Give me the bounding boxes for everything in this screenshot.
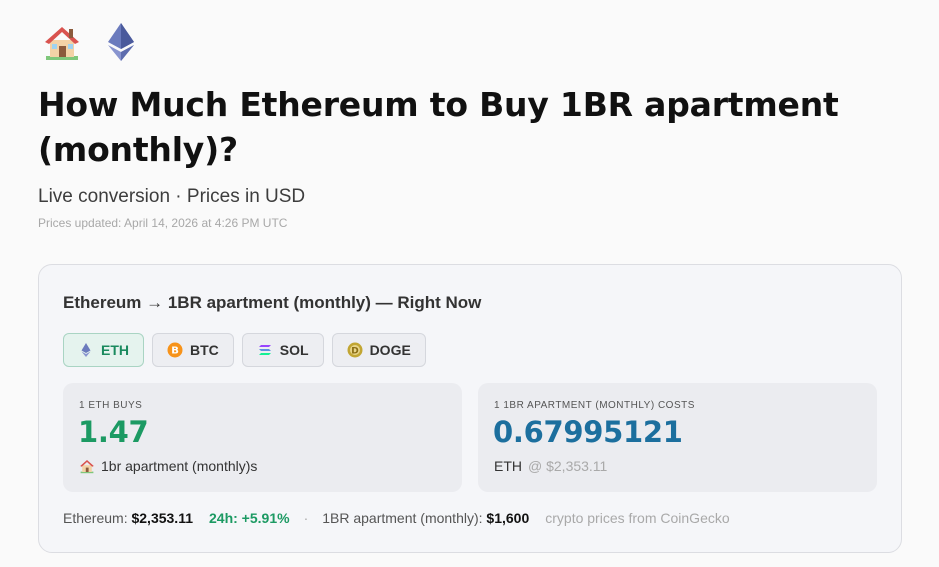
prices-updated-timestamp: Prices updated: April 14, 2026 at 4:26 P… (38, 216, 288, 230)
tab-btc[interactable]: B BTC (152, 333, 234, 367)
eth-price-label: Ethereum: (63, 510, 128, 526)
tab-sol[interactable]: SOL (241, 333, 324, 367)
apartment-price-label: 1BR apartment (monthly): (322, 510, 483, 526)
eth-buys-value: 1.47 (78, 415, 149, 449)
eth-buys-unit: 1br apartment (monthly)s (79, 458, 257, 474)
page-subtitle: Live conversion · Prices in USD (38, 186, 306, 207)
apartment-costs-value: 0.67995121 (493, 415, 683, 449)
header-icons (42, 22, 134, 62)
apartment-costs-panel: 1 1BR APARTMENT (MONTHLY) COSTS 0.679951… (478, 383, 877, 492)
apartment-costs-currency: ETH (494, 458, 522, 474)
conversion-card: Ethereum → 1BR apartment (monthly) — Rig… (38, 264, 902, 553)
eth-price-value: $2,353.11 (131, 510, 193, 526)
bitcoin-icon: B (167, 342, 183, 358)
tab-sol-label: SOL (279, 342, 309, 358)
coin-tabs: ETH B BTC SOL D DOGE (63, 333, 426, 367)
tab-doge-label: DOGE (369, 342, 411, 358)
eth-24h-change: 24h: +5.91% (209, 510, 290, 526)
tab-btc-label: BTC (190, 342, 219, 358)
tab-doge[interactable]: D DOGE (331, 333, 426, 367)
eth-buys-unit-text: 1br apartment (monthly)s (101, 458, 258, 474)
tab-eth-label: ETH (101, 342, 129, 358)
page-title: How Much Ethereum to Buy 1BR apartment (… (38, 85, 839, 169)
svg-text:D: D (351, 347, 358, 357)
ethereum-icon (108, 23, 134, 61)
solana-icon (258, 345, 271, 355)
apartment-price-value: $1,600 (486, 510, 530, 526)
price-summary: Ethereum: $2,353.11 24h: +5.91% · 1BR ap… (63, 510, 730, 526)
house-icon (80, 460, 94, 474)
ethereum-icon (81, 343, 91, 357)
price-source: crypto prices from CoinGecko (545, 510, 730, 526)
tab-eth[interactable]: ETH (63, 333, 144, 367)
eth-buys-panel: 1 ETH BUYS 1.47 1br apartment (monthly)s (63, 383, 462, 492)
apartment-costs-rate: @ $2,353.11 (528, 458, 608, 474)
eth-buys-label: 1 ETH BUYS (79, 400, 143, 411)
separator: · (303, 510, 309, 526)
svg-text:B: B (171, 346, 179, 357)
dogecoin-icon: D (347, 342, 363, 358)
card-heading: Ethereum → 1BR apartment (monthly) — Rig… (63, 293, 482, 312)
apartment-costs-unit: ETH @ $2,353.11 (494, 458, 607, 474)
house-icon (45, 27, 79, 60)
apartment-costs-label: 1 1BR APARTMENT (MONTHLY) COSTS (494, 400, 695, 411)
